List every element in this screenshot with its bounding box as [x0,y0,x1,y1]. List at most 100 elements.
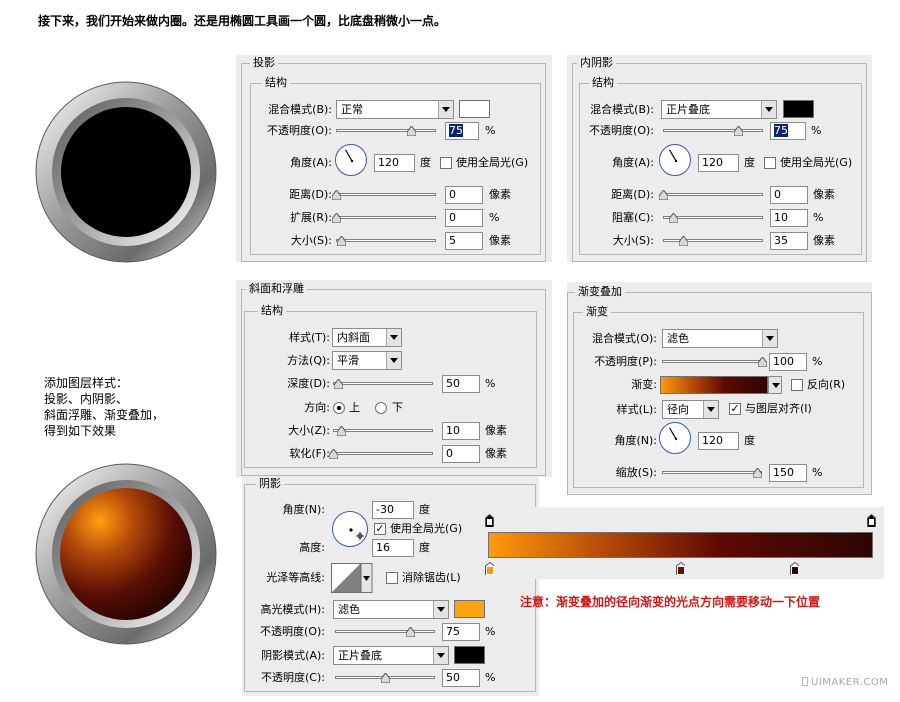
highlight-color-swatch[interactable] [454,600,485,618]
angle-dial[interactable] [335,144,367,176]
blend-mode-select[interactable]: 正常 [336,100,454,119]
spread-input[interactable]: 0 [445,209,483,227]
opacity-slider[interactable] [336,126,436,136]
ring-inner-orange [60,488,192,620]
distance-input[interactable]: 0 [445,186,483,204]
angle-input[interactable]: 120 [374,154,415,172]
bevel-style-select[interactable]: 内斜面 [332,328,402,347]
angle-dial[interactable] [332,511,368,547]
highlight-mode-select[interactable]: 滤色 [333,600,449,619]
slider-thumb-icon[interactable] [337,236,346,246]
gradient-editor-strip [478,507,884,579]
slider-thumb-icon[interactable] [381,673,390,683]
slider-thumb-icon[interactable] [329,449,338,459]
shadow-opacity-input[interactable]: 50 [442,669,480,687]
angle-input[interactable]: 120 [698,432,739,450]
opacity-label: 不透明度(P): [594,355,657,368]
distance-slider[interactable] [659,190,763,200]
slider-thumb-icon[interactable] [332,190,341,200]
structure-group-label: 结构 [262,76,290,90]
slider-thumb-icon[interactable] [669,213,678,223]
slider-thumb-icon[interactable] [332,213,341,223]
choke-input[interactable]: 10 [770,209,808,227]
slider-thumb-icon[interactable] [758,357,767,367]
global-light-checkbox[interactable] [440,157,452,169]
size-slider[interactable] [663,236,763,246]
chevron-down-icon [761,101,776,118]
color-stop-icon[interactable] [676,562,685,575]
size-slider[interactable] [333,426,433,436]
slider-thumb-icon[interactable] [334,379,343,389]
direction-down-radio[interactable] [375,402,387,414]
opacity-stop-icon[interactable] [867,514,876,527]
angle-input[interactable]: -30 [372,501,414,519]
antialias-checkbox[interactable] [386,572,398,584]
slider-thumb-icon[interactable] [734,126,743,136]
distance-input[interactable]: 0 [770,186,808,204]
opacity-input[interactable]: 75 [445,122,479,140]
size-input[interactable]: 35 [770,232,808,250]
soften-label: 软化(F): [289,447,330,460]
global-light-checkbox[interactable]: ✓ [374,523,386,535]
size-input[interactable]: 5 [445,232,483,250]
shadow-mode-select[interactable]: 正片叠底 [333,646,449,665]
slider-thumb-icon[interactable] [679,236,688,246]
color-stop-icon[interactable] [485,562,494,575]
blend-mode-select[interactable]: 滤色 [662,329,778,348]
direction-label: 方向: [304,401,330,414]
shadow-opacity-slider[interactable] [335,673,435,683]
altitude-input[interactable]: 16 [372,539,414,557]
antialias-label: 消除锯齿(L) [402,571,461,584]
soften-input[interactable]: 0 [442,445,480,463]
angle-input[interactable]: 120 [698,154,739,172]
opacity-slider[interactable] [662,357,767,367]
depth-input[interactable]: 50 [442,375,480,393]
choke-slider[interactable] [663,213,763,223]
size-label: 大小(Z): [288,424,330,437]
shadow-color-swatch[interactable] [454,646,485,664]
gradient-ramp[interactable] [488,532,873,558]
color-stop-icon[interactable] [790,562,799,575]
chevron-down-icon [386,329,401,346]
size-input[interactable]: 10 [442,422,480,440]
scale-input[interactable]: 150 [769,464,807,482]
gradient-style-select[interactable]: 径向 [662,400,719,419]
chevron-down-icon [762,330,777,347]
opacity-slider[interactable] [663,126,763,136]
global-light-checkbox[interactable] [764,157,776,169]
global-light-label: 使用全局光(G) [456,156,529,169]
size-slider[interactable] [336,236,436,246]
opacity-input[interactable]: 75 [770,122,806,140]
reverse-checkbox[interactable] [791,379,803,391]
slider-thumb-icon[interactable] [406,627,415,637]
opacity-stop-icon[interactable] [485,514,494,527]
angle-dial[interactable] [659,144,691,176]
shadow-color-swatch[interactable] [459,100,490,118]
opacity-input[interactable]: 100 [769,353,807,371]
align-layer-checkbox[interactable]: ✓ [729,403,741,415]
gradient-label: 渐变: [631,378,657,391]
blend-mode-select[interactable]: 正片叠底 [661,100,777,119]
blend-mode-label: 混合模式(O): [592,332,657,345]
angle-dial[interactable] [659,422,691,454]
depth-slider[interactable] [333,379,433,389]
gradient-dropdown[interactable] [768,376,782,394]
spread-slider[interactable] [332,213,436,223]
scale-slider[interactable] [662,468,762,478]
inner-shadow-title: 内阴影 [577,56,616,70]
altitude-label: 高度: [299,541,325,554]
slider-thumb-icon[interactable] [407,126,416,136]
slider-thumb-icon[interactable] [753,468,762,478]
direction-up-radio[interactable] [333,402,345,414]
ring-preview-black [35,81,217,263]
slider-thumb-icon[interactable] [337,426,346,436]
bevel-method-select[interactable]: 平滑 [332,351,402,370]
shadow-color-swatch[interactable] [783,100,814,118]
highlight-opacity-slider[interactable] [335,627,435,637]
gradient-preview[interactable] [660,376,768,394]
highlight-opacity-input[interactable]: 75 [442,623,480,641]
soften-slider[interactable] [329,449,433,459]
distance-slider[interactable] [332,190,436,200]
gloss-contour-picker[interactable] [331,563,373,593]
slider-thumb-icon[interactable] [659,190,668,200]
